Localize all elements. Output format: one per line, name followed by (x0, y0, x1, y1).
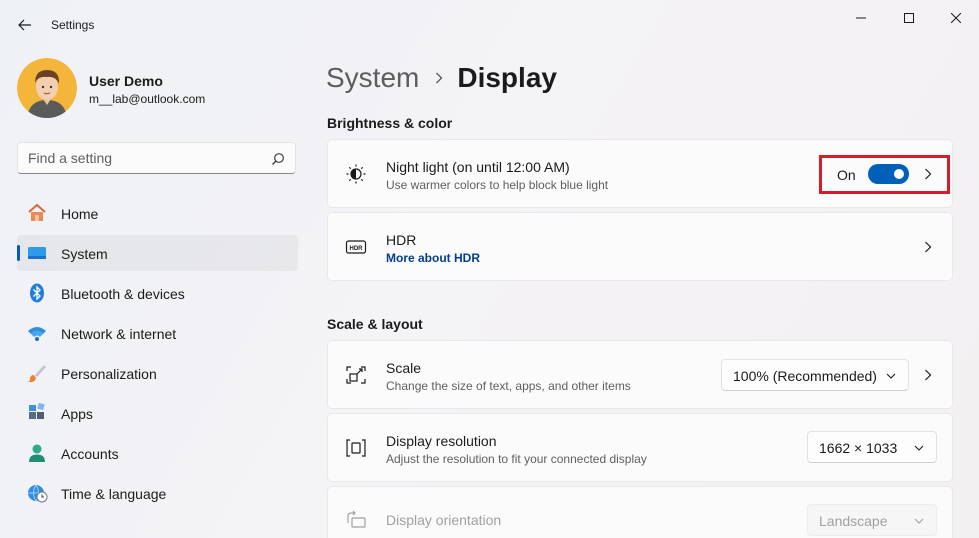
chevron-right-icon[interactable] (922, 240, 934, 254)
sidebar-item-label: Personalization (61, 366, 157, 382)
scale-title: Scale (386, 360, 422, 376)
scale-subtitle: Change the size of text, apps, and other… (386, 379, 631, 393)
breadcrumb-parent[interactable]: System (326, 62, 419, 94)
breadcrumb: System Display (326, 58, 557, 98)
display-orientation-card: Display orientation Landscape (327, 486, 953, 538)
night-light-subtitle: Use warmer colors to help block blue lig… (386, 178, 609, 192)
chevron-down-icon (913, 442, 925, 454)
close-button[interactable] (933, 6, 979, 30)
sidebar-item-label: Accounts (61, 446, 119, 462)
section-title-brightness: Brightness & color (327, 115, 453, 131)
resolution-dropdown[interactable]: 1662 × 1033 (807, 431, 937, 463)
sidebar-item-label: Bluetooth & devices (61, 286, 185, 302)
sidebar-item-label: Network & internet (61, 326, 177, 342)
sidebar-item-label: Apps (61, 406, 93, 422)
search-input[interactable] (28, 150, 258, 166)
sidebar-item-accounts[interactable]: Accounts (17, 435, 298, 471)
back-arrow-icon (18, 19, 31, 31)
page-title: Display (457, 62, 557, 93)
night-light-toggle[interactable] (868, 164, 909, 184)
app-title: Settings (51, 18, 95, 32)
bluetooth-icon (26, 283, 48, 303)
night-light-icon (345, 163, 367, 185)
search-box[interactable] (17, 142, 296, 174)
search-icon[interactable] (271, 152, 285, 166)
sidebar-item-label: System (61, 246, 108, 262)
close-icon (951, 13, 961, 23)
apps-icon (26, 403, 48, 423)
orientation-dropdown-value: Landscape (819, 513, 888, 529)
chevron-down-icon (913, 515, 925, 527)
chevron-right-icon[interactable] (922, 368, 934, 382)
home-icon (26, 203, 48, 223)
scale-icon (345, 364, 367, 386)
chevron-down-icon (885, 370, 897, 382)
display-resolution-subtitle: Adjust the resolution to fit your connec… (386, 452, 647, 466)
sidebar-item-label: Time & language (61, 486, 167, 502)
sidebar-item-system[interactable]: System (17, 235, 298, 271)
sidebar-item-time-language[interactable]: Time & language (17, 475, 298, 511)
night-light-title: Night light (on until 12:00 AM) (386, 159, 570, 175)
orientation-icon (345, 510, 367, 532)
toggle-knob (894, 169, 904, 179)
scale-dropdown-value: 100% (Recommended) (733, 368, 877, 384)
title-bar: Settings (0, 0, 979, 48)
resolution-dropdown-value: 1662 × 1033 (819, 440, 898, 456)
more-about-hdr-link[interactable]: More about HDR (386, 251, 480, 265)
minimize-button[interactable] (838, 6, 884, 30)
sidebar-item-personalization[interactable]: Personalization (17, 355, 298, 391)
hdr-icon: HDR (345, 236, 367, 258)
hdr-title: HDR (386, 232, 417, 248)
orientation-dropdown: Landscape (807, 504, 937, 536)
display-resolution-card[interactable]: Display resolution Adjust the resolution… (327, 413, 953, 482)
hdr-card[interactable]: HDR HDR More about HDR (327, 212, 953, 281)
minimize-icon (856, 17, 866, 19)
night-light-toggle-label: On (837, 167, 856, 183)
system-icon (26, 243, 48, 263)
scale-dropdown[interactable]: 100% (Recommended) (721, 359, 909, 391)
avatar-image (17, 58, 77, 118)
maximize-icon (904, 13, 914, 23)
wifi-icon (26, 323, 48, 343)
scale-card[interactable]: Scale Change the size of text, apps, and… (327, 340, 953, 409)
sidebar-item-home[interactable]: Home (17, 195, 298, 231)
breadcrumb-chevron-icon (435, 72, 443, 84)
section-title-scale-layout: Scale & layout (327, 316, 423, 332)
display-orientation-title: Display orientation (386, 512, 502, 528)
sidebar-item-bluetooth[interactable]: Bluetooth & devices (17, 275, 298, 311)
user-email: m__lab@outlook.com (89, 92, 206, 106)
sidebar-nav: Home System Bluetooth & devices Network … (17, 195, 298, 515)
display-resolution-title: Display resolution (386, 433, 497, 449)
sidebar-item-apps[interactable]: Apps (17, 395, 298, 431)
person-icon (26, 443, 48, 463)
avatar[interactable] (17, 58, 77, 118)
maximize-button[interactable] (886, 6, 932, 30)
sidebar-item-label: Home (61, 206, 99, 222)
globe-clock-icon (26, 483, 48, 503)
resolution-icon (345, 437, 367, 459)
sidebar-item-network[interactable]: Network & internet (17, 315, 298, 351)
user-name: User Demo (89, 73, 163, 89)
back-button[interactable] (12, 12, 38, 38)
brush-icon (26, 363, 48, 383)
svg-text:HDR: HDR (350, 246, 364, 252)
